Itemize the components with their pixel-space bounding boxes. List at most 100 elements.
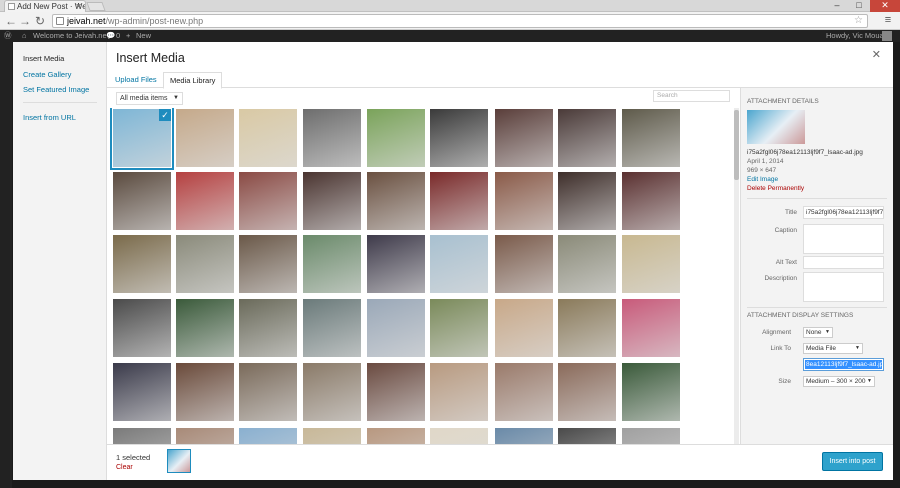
address-bar[interactable]: jeivah.net/wp-admin/post-new.php ☆ — [52, 14, 868, 28]
attachment-thumbnail[interactable] — [239, 172, 297, 230]
attachment-thumbnail[interactable] — [430, 172, 488, 230]
attachment-thumbnail[interactable] — [622, 109, 680, 167]
attachment-thumbnail[interactable] — [622, 172, 680, 230]
close-tab-icon[interactable]: ✕ — [75, 1, 82, 12]
attachment-thumbnail[interactable] — [622, 428, 680, 444]
attachment-thumbnail[interactable] — [303, 363, 361, 421]
attachment-thumbnail[interactable] — [367, 172, 425, 230]
attachment-thumbnail[interactable] — [176, 235, 234, 293]
attachment-thumbnail[interactable] — [495, 172, 553, 230]
attachment-thumbnail[interactable] — [303, 299, 361, 357]
menu-create-gallery[interactable]: Create Gallery — [23, 70, 71, 79]
close-icon[interactable]: ✕ — [872, 48, 881, 61]
attachment-thumbnail[interactable] — [495, 299, 553, 357]
media-filter-select[interactable]: All media items ▼ — [116, 92, 183, 105]
caption-field[interactable] — [803, 224, 884, 254]
back-icon[interactable]: ← — [4, 14, 18, 28]
media-filter-value: All media items — [120, 95, 168, 102]
tab-media-library[interactable]: Media Library — [163, 72, 223, 89]
delete-permanently-link[interactable]: Delete Permanently — [747, 185, 804, 192]
grid-scrollbar[interactable] — [734, 108, 739, 444]
attachment-thumbnail[interactable] — [622, 299, 680, 357]
attachment-thumbnail[interactable] — [430, 428, 488, 444]
comments-icon[interactable]: 💬 — [106, 30, 115, 42]
attachment-thumbnail[interactable] — [430, 109, 488, 167]
attachment-thumbnail[interactable] — [367, 235, 425, 293]
menu-set-featured-image[interactable]: Set Featured Image — [23, 85, 89, 94]
attachment-thumbnail[interactable] — [113, 363, 171, 421]
attachment-thumbnail[interactable] — [113, 299, 171, 357]
insert-into-post-button[interactable]: Insert into post — [822, 452, 883, 471]
howdy-user[interactable]: Howdy, Vic Moua — [826, 30, 884, 42]
site-name-link[interactable]: Welcome to Jeivah.net! — [33, 30, 111, 42]
attachment-thumbnail[interactable] — [239, 235, 297, 293]
edit-image-link[interactable]: Edit Image — [747, 176, 778, 183]
attachment-thumbnail[interactable] — [558, 299, 616, 357]
attachment-thumbnail[interactable] — [176, 109, 234, 167]
new-content-link[interactable]: New — [136, 30, 151, 42]
attachment-thumbnail[interactable]: ✓ — [110, 108, 174, 170]
menu-insert-media[interactable]: Insert Media — [23, 54, 64, 63]
attachment-thumbnail[interactable] — [239, 363, 297, 421]
alt-text-field[interactable] — [803, 256, 884, 269]
title-field[interactable]: i75a2fgl06j78ea12113ljf9f7_ — [803, 206, 884, 219]
attachment-thumbnail[interactable] — [367, 299, 425, 357]
attachment-thumbnail[interactable] — [558, 109, 616, 167]
browser-menu-icon[interactable]: ≡ — [882, 14, 894, 26]
attachment-thumbnail[interactable] — [495, 363, 553, 421]
attachment-thumbnail[interactable] — [430, 299, 488, 357]
scrollbar-thumb[interactable] — [734, 110, 739, 180]
attachment-thumbnail[interactable] — [558, 235, 616, 293]
attachment-thumbnail[interactable] — [303, 109, 361, 167]
attachment-thumbnail[interactable] — [176, 428, 234, 444]
checkmark-icon[interactable]: ✓ — [159, 109, 171, 121]
minimize-icon[interactable]: – — [826, 0, 848, 12]
selection-thumbnail[interactable] — [167, 449, 191, 473]
search-input[interactable]: Search — [653, 90, 730, 102]
new-plus-icon[interactable]: + — [126, 30, 130, 42]
attachment-thumbnail[interactable] — [113, 235, 171, 293]
attachment-thumbnail[interactable] — [113, 428, 171, 444]
attachment-thumbnail[interactable] — [239, 109, 297, 167]
attachment-thumbnail[interactable] — [622, 235, 680, 293]
attachment-thumbnail[interactable] — [239, 428, 297, 444]
bookmark-star-icon[interactable]: ☆ — [854, 15, 863, 27]
attachment-thumbnail[interactable] — [367, 363, 425, 421]
attachment-thumbnail[interactable] — [176, 363, 234, 421]
attachment-thumbnail[interactable] — [558, 363, 616, 421]
home-icon[interactable]: ⌂ — [22, 30, 27, 42]
attachment-thumbnail[interactable] — [430, 235, 488, 293]
link-url-field[interactable]: 8ea12113ljf9f7_lsaac-ad.jpg — [803, 358, 884, 371]
attachment-thumbnail[interactable] — [430, 363, 488, 421]
size-select[interactable]: Medium – 300 × 200 ▼ — [803, 376, 875, 387]
forward-icon[interactable]: → — [18, 14, 32, 28]
maximize-icon[interactable]: □ — [848, 0, 870, 12]
link-to-select[interactable]: Media File ▼ — [803, 343, 863, 354]
menu-insert-from-url[interactable]: Insert from URL — [23, 113, 76, 122]
avatar[interactable] — [882, 31, 892, 41]
attachment-thumbnail[interactable] — [303, 235, 361, 293]
alignment-select[interactable]: None ▼ — [803, 327, 833, 338]
attachment-thumbnail[interactable] — [622, 363, 680, 421]
attachment-thumbnail[interactable] — [176, 172, 234, 230]
attachment-thumbnail[interactable] — [303, 428, 361, 444]
wp-logo-icon[interactable]: Ⓦ — [4, 30, 12, 42]
attachment-thumbnail[interactable] — [495, 109, 553, 167]
close-window-icon[interactable]: ✕ — [870, 0, 900, 12]
attachment-thumbnail[interactable] — [495, 235, 553, 293]
description-field[interactable] — [803, 272, 884, 302]
reload-icon[interactable]: ↻ — [33, 14, 47, 28]
attachment-thumbnail[interactable] — [113, 172, 171, 230]
new-tab-button[interactable] — [86, 2, 106, 11]
attachment-thumbnail[interactable] — [239, 299, 297, 357]
attachment-thumbnail[interactable] — [558, 428, 616, 444]
attachment-thumbnail[interactable] — [303, 172, 361, 230]
clear-selection-link[interactable]: Clear — [116, 464, 133, 471]
attachment-thumbnail[interactable] — [495, 428, 553, 444]
browser-tab[interactable]: Add New Post · Welcome ✕ — [4, 0, 86, 12]
attachment-thumbnail[interactable] — [367, 428, 425, 444]
attachment-thumbnail[interactable] — [558, 172, 616, 230]
tab-upload-files[interactable]: Upload Files — [109, 72, 163, 89]
attachment-thumbnail[interactable] — [176, 299, 234, 357]
attachment-thumbnail[interactable] — [367, 109, 425, 167]
